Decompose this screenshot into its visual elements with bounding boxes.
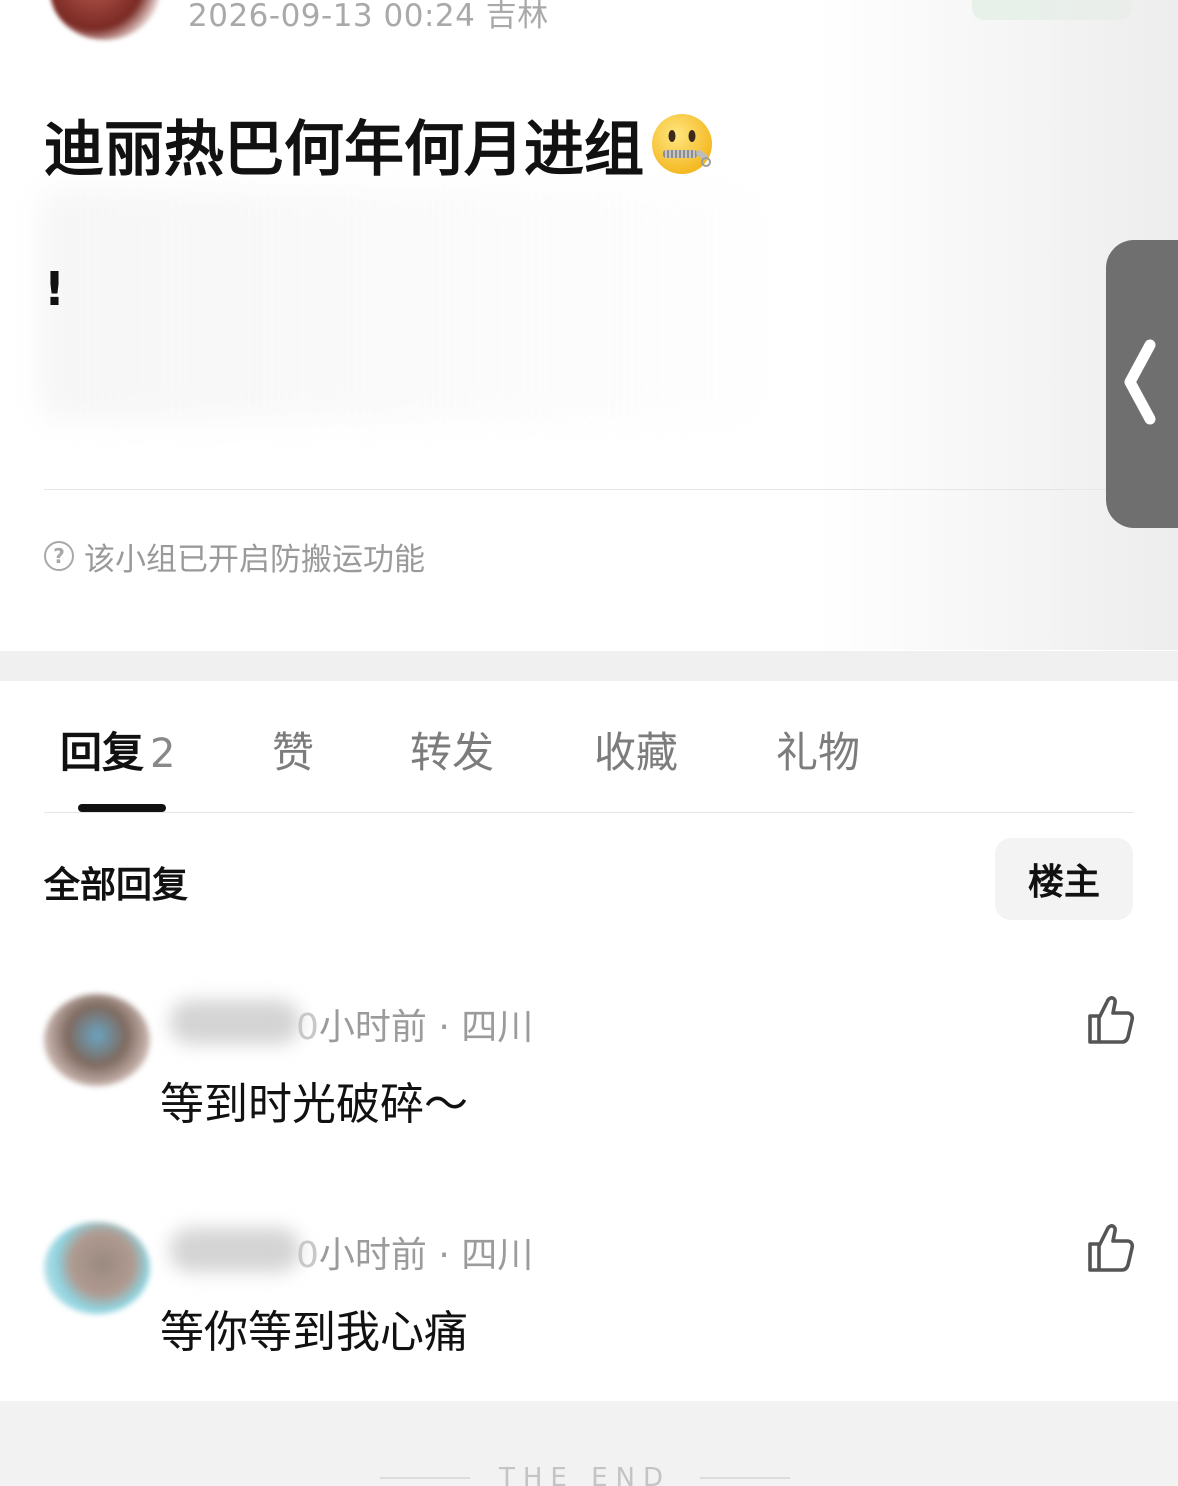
- zipper-mouth-face-icon: [650, 112, 714, 176]
- divider: [700, 1477, 790, 1479]
- active-tab-indicator: [78, 804, 166, 812]
- end-label: THE END: [499, 1463, 672, 1486]
- tab-favorites[interactable]: 收藏: [594, 719, 678, 779]
- tab-replies[interactable]: 回复 2: [60, 719, 175, 779]
- post-detail-page: 2026-09-13 00:24 吉林 迪丽热巴何年何月进组 ! ? 该小组已开…: [0, 0, 1178, 1486]
- post-body: !: [44, 262, 65, 316]
- blurred-content: [40, 190, 760, 420]
- comment-text: 等你等到我心痛: [160, 1307, 468, 1358]
- commenter-avatar[interactable]: [44, 1222, 150, 1314]
- post-title: 迪丽热巴何年何月进组: [44, 104, 714, 185]
- comment-meta: 0小时前 · 四川: [296, 1226, 533, 1276]
- comment-meta-text: 小时前 · 四川: [318, 1007, 534, 1048]
- author-avatar[interactable]: [50, 0, 160, 40]
- anti-repost-notice: ? 该小组已开启防搬运功能: [44, 536, 425, 578]
- all-replies-title: 全部回复: [44, 865, 189, 906]
- comment-meta-prefix: 0: [296, 1007, 319, 1048]
- post-meta: 2026-09-13 00:24 吉林: [188, 0, 549, 34]
- comment-meta: 0小时前 · 四川: [296, 998, 533, 1048]
- divider: [380, 1477, 470, 1479]
- tab-reposts-label: 转发: [410, 728, 495, 777]
- comment-item: 0小时前 · 四川 等你等到我心痛: [0, 1208, 1178, 1368]
- tab-likes-label: 赞: [272, 728, 315, 777]
- tab-reposts[interactable]: 转发: [410, 719, 494, 779]
- post-title-text: 迪丽热巴何年何月进组: [44, 114, 644, 185]
- thumbs-up-icon[interactable]: [1082, 1220, 1138, 1276]
- side-panel-handle[interactable]: [1106, 240, 1178, 528]
- section-separator: [0, 651, 1178, 681]
- tab-likes[interactable]: 赞: [272, 719, 314, 779]
- feed-footer: THE END: [0, 1401, 1178, 1486]
- notice-text: 该小组已开启防搬运功能: [84, 541, 425, 578]
- commenter-name[interactable]: [170, 1000, 300, 1044]
- thumbs-up-icon[interactable]: [1082, 992, 1138, 1048]
- op-only-filter-button[interactable]: 楼主: [995, 838, 1133, 920]
- commenter-name[interactable]: [170, 1228, 300, 1272]
- tab-gifts-label: 礼物: [776, 728, 861, 777]
- divider: [44, 812, 1134, 813]
- tab-replies-count: 2: [150, 731, 176, 777]
- comment-meta-text: 小时前 · 四川: [318, 1235, 534, 1276]
- chevron-left-icon: [1120, 337, 1160, 431]
- comment-item: 0小时前 · 四川 等到时光破碎～: [0, 980, 1178, 1140]
- divider: [44, 489, 1106, 490]
- tab-replies-label: 回复: [60, 728, 145, 777]
- tab-bar: 回复 2 赞 转发 收藏 礼物: [0, 681, 1178, 813]
- tab-gifts[interactable]: 礼物: [776, 719, 860, 779]
- tab-favorites-label: 收藏: [594, 728, 679, 777]
- comment-text: 等到时光破碎～: [160, 1079, 468, 1130]
- question-circle-icon[interactable]: ?: [44, 541, 74, 571]
- commenter-avatar[interactable]: [44, 994, 150, 1086]
- comment-meta-prefix: 0: [296, 1235, 319, 1276]
